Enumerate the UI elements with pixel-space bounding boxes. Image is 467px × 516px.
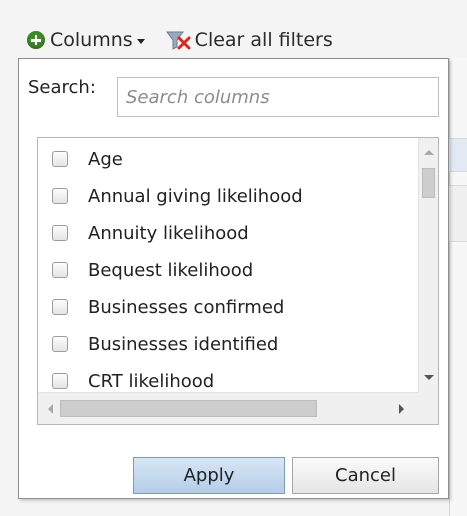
columns-popup: Search: Age Annual giving likelihood Ann…: [18, 58, 449, 499]
list-item[interactable]: Businesses identified: [52, 329, 278, 359]
background-header-strip: [449, 138, 467, 172]
apply-button[interactable]: Apply: [133, 457, 285, 494]
list-item[interactable]: Bequest likelihood: [52, 255, 253, 285]
filter-clear-icon: [165, 31, 191, 50]
checkbox[interactable]: [52, 299, 68, 315]
scrollbar-corner: [418, 392, 438, 424]
list-item-label: Businesses identified: [88, 333, 279, 355]
columns-list: Age Annual giving likelihood Annuity lik…: [37, 137, 439, 425]
plus-circle-icon: [27, 31, 45, 49]
scroll-up-icon[interactable]: [424, 150, 434, 155]
horizontal-scrollbar[interactable]: [38, 392, 418, 424]
checkbox[interactable]: [52, 262, 68, 278]
background-grid: [449, 58, 467, 516]
caret-down-icon: [136, 38, 145, 44]
list-item-label: CRT likelihood: [88, 370, 215, 392]
scroll-left-icon[interactable]: [48, 404, 53, 414]
columns-menu-button[interactable]: Columns: [27, 29, 145, 51]
screen: Columns Clear all filters Search: Age An…: [0, 0, 467, 516]
checkbox[interactable]: [52, 225, 68, 241]
list-item[interactable]: Annual giving likelihood: [52, 181, 303, 211]
list-item[interactable]: Age: [52, 144, 123, 174]
list-item-label: Bequest likelihood: [88, 259, 254, 281]
list-item-label: Age: [88, 148, 123, 170]
clear-all-filters-button[interactable]: Clear all filters: [165, 29, 333, 51]
vertical-scroll-thumb[interactable]: [422, 168, 435, 198]
scroll-right-icon[interactable]: [399, 404, 404, 414]
list-item-label: Businesses confirmed: [88, 296, 285, 318]
search-label: Search:: [28, 77, 96, 98]
toolbar: Columns Clear all filters: [0, 22, 467, 58]
checkbox[interactable]: [52, 188, 68, 204]
horizontal-scroll-thumb[interactable]: [60, 400, 317, 417]
checkbox[interactable]: [52, 373, 68, 389]
background-row-strip: [449, 185, 467, 242]
clear-all-filters-label: Clear all filters: [194, 29, 333, 51]
list-item-label: Annuity likelihood: [88, 222, 249, 244]
columns-label: Columns: [50, 29, 133, 51]
cancel-button[interactable]: Cancel: [292, 457, 439, 494]
list-item[interactable]: Annuity likelihood: [52, 218, 249, 248]
vertical-scrollbar[interactable]: [418, 138, 438, 392]
scroll-down-icon[interactable]: [424, 375, 434, 380]
search-row: Search:: [19, 77, 439, 117]
search-columns-input[interactable]: [117, 77, 439, 117]
list-item-label: Annual giving likelihood: [88, 185, 303, 207]
list-item[interactable]: Businesses confirmed: [52, 292, 284, 322]
checkbox[interactable]: [52, 151, 68, 167]
checkbox[interactable]: [52, 336, 68, 352]
